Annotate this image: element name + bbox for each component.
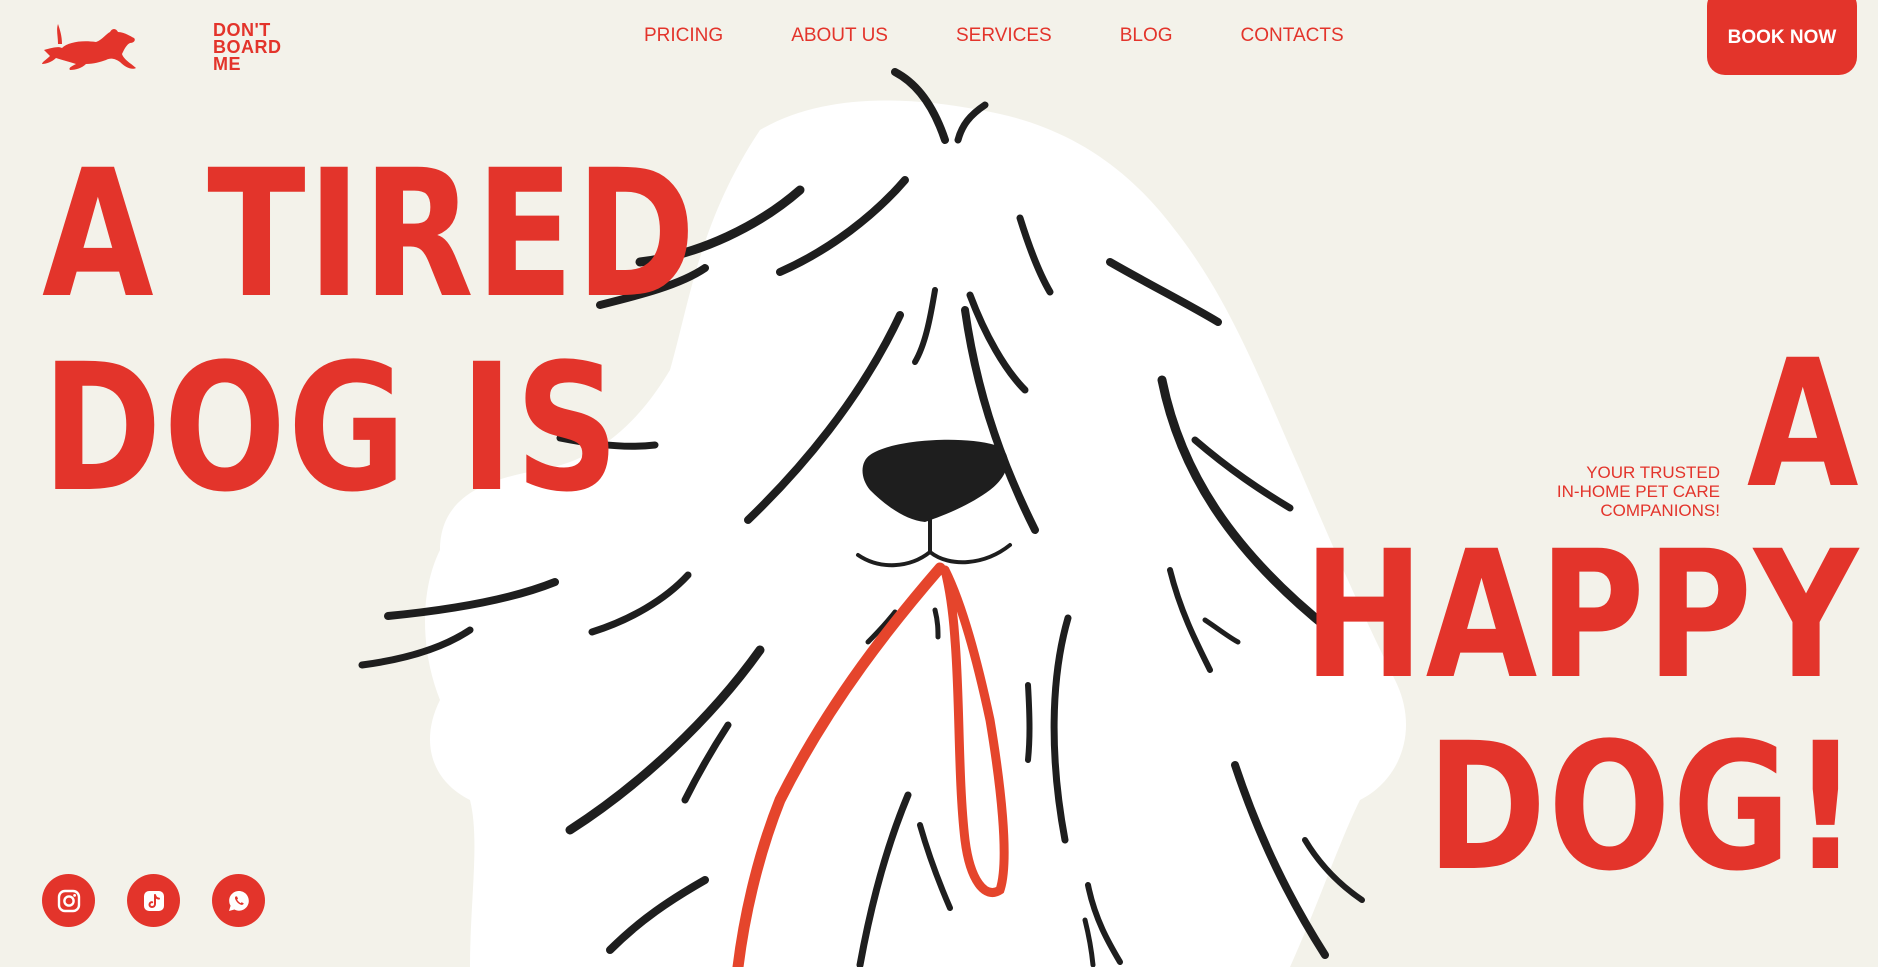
- site-header: DON'T BOARD ME PRICING ABOUT US SERVICES…: [0, 0, 1878, 80]
- hero-headline-left: A TIRED DOG IS: [42, 138, 697, 526]
- running-dachshund-icon[interactable]: [40, 18, 140, 74]
- whatsapp-icon: [228, 890, 249, 911]
- headline-line: HAPPY: [1303, 513, 1860, 718]
- main-nav: PRICING ABOUT US SERVICES BLOG CONTACTS: [644, 25, 1412, 47]
- logo-line: ME: [213, 54, 241, 74]
- nav-item-services[interactable]: SERVICES: [956, 25, 1052, 47]
- nav-item-about-us[interactable]: ABOUT US: [791, 25, 888, 47]
- tagline-line: IN-HOME PET CARE: [1556, 482, 1720, 501]
- instagram-button[interactable]: [42, 874, 95, 927]
- hero-headline-right-top: A: [1747, 330, 1860, 520]
- nav-item-contacts[interactable]: CONTACTS: [1241, 25, 1344, 47]
- social-links: [42, 874, 297, 927]
- headline-line: DOG!: [1426, 705, 1860, 910]
- tiktok-icon: [143, 890, 164, 911]
- brand-logo[interactable]: DON'T BOARD ME: [213, 21, 282, 74]
- tagline-line: COMPANIONS!: [1600, 501, 1720, 520]
- whatsapp-button[interactable]: [212, 874, 265, 927]
- headline-line: DOG IS: [42, 326, 621, 531]
- nav-item-blog[interactable]: BLOG: [1120, 25, 1173, 47]
- tiktok-button[interactable]: [127, 874, 180, 927]
- instagram-icon: [57, 889, 80, 912]
- headline-line: A: [1746, 322, 1860, 527]
- nav-item-pricing[interactable]: PRICING: [644, 25, 723, 47]
- hero-headline-right-bottom: HAPPY DOG!: [1303, 520, 1860, 904]
- book-now-button[interactable]: BOOK NOW: [1707, 0, 1857, 75]
- tagline-line: YOUR TRUSTED: [1586, 463, 1720, 482]
- hero-tagline: YOUR TRUSTED IN-HOME PET CARE COMPANIONS…: [1557, 463, 1720, 520]
- headline-line: A TIRED: [42, 132, 698, 337]
